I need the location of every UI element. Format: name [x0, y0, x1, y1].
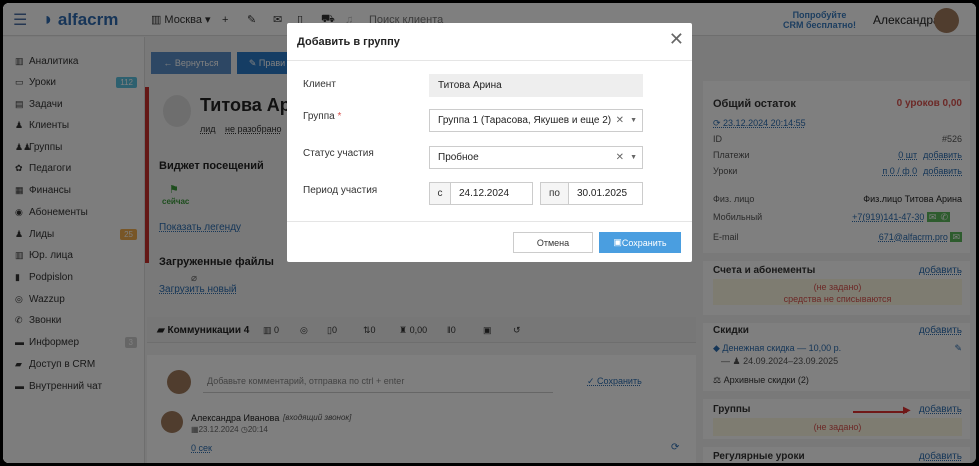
client-field: Титова Арина	[429, 74, 643, 97]
to-prefix: по	[540, 182, 569, 205]
modal-title: Добавить в группу	[297, 36, 400, 48]
cancel-button[interactable]: Отмена	[513, 232, 593, 253]
group-select[interactable]: Группа 1 (Тарасова, Якушев и еще 2) ✕ ▼	[429, 109, 643, 132]
save-button[interactable]: ▣ Сохранить	[599, 232, 681, 253]
date-from-input[interactable]: 24.12.2024	[450, 182, 533, 205]
chevron-down-icon[interactable]: ▼	[630, 154, 637, 161]
chevron-down-icon[interactable]: ▼	[630, 117, 637, 124]
period-label: Период участия	[303, 185, 378, 196]
from-prefix: с	[429, 182, 451, 205]
date-to-input[interactable]: 30.01.2025	[568, 182, 643, 205]
clear-icon[interactable]: ✕	[616, 152, 624, 163]
client-label: Клиент	[303, 79, 336, 90]
status-select[interactable]: Пробное ✕ ▼	[429, 146, 643, 169]
group-label: Группа *	[303, 111, 342, 122]
status-label: Статус участия	[303, 148, 374, 159]
floppy-icon: ▣	[613, 237, 622, 247]
divider	[287, 221, 692, 222]
clear-icon[interactable]: ✕	[616, 115, 624, 126]
close-icon[interactable]: ✕	[669, 29, 684, 50]
add-to-group-modal: Добавить в группу ✕ Клиент Титова Арина …	[287, 23, 692, 262]
divider	[287, 60, 692, 61]
